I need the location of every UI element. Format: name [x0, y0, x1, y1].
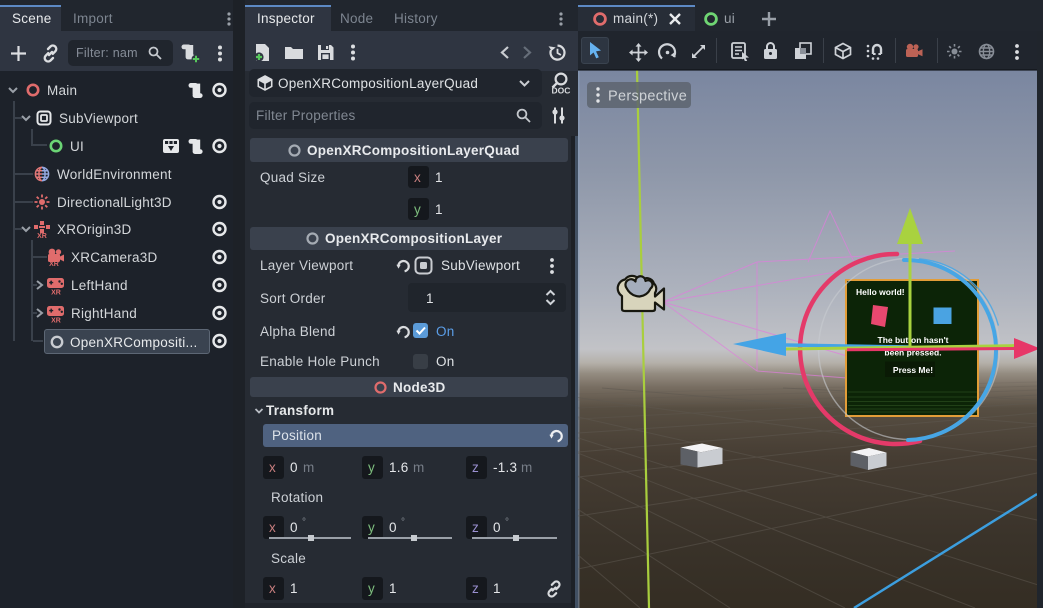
- svg-text:XR: XR: [49, 261, 59, 268]
- svg-text:XR: XR: [51, 290, 61, 297]
- svg-text:XR: XR: [37, 233, 47, 240]
- svg-text:XR: XR: [51, 318, 61, 325]
- svg-text:DOC: DOC: [552, 86, 571, 96]
- svg-text:The button hasn't: The button hasn't: [878, 335, 949, 345]
- svg-text:Perspective: Perspective: [608, 89, 687, 105]
- svg-text:Press Me!: Press Me!: [893, 365, 933, 375]
- svg-text:Hello world!: Hello world!: [856, 287, 905, 297]
